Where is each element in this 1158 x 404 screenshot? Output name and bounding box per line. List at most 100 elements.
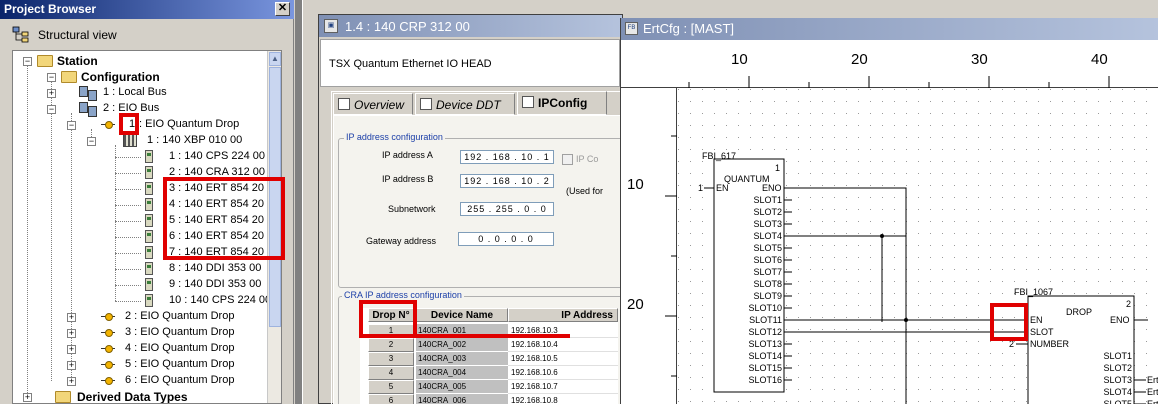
tree-node-station[interactable]: − Station bbox=[17, 53, 217, 69]
fbi-output-pin-label: SLOT3 bbox=[753, 219, 782, 229]
tree-node-module[interactable]: 8 : 140 DDI 353 00 bbox=[115, 261, 281, 277]
fbi-output-pin-label: SLOT16 bbox=[748, 375, 782, 385]
module-icon bbox=[145, 262, 153, 275]
tree-node-drop[interactable]: +6 : EIO Quantum Drop bbox=[65, 373, 265, 389]
tree-node-drop[interactable]: +3 : EIO Quantum Drop bbox=[65, 325, 265, 341]
expand-icon[interactable]: + bbox=[67, 345, 76, 354]
col-ip-header[interactable]: IP Address bbox=[508, 308, 618, 322]
cra-config-legend: CRA IP address configuration bbox=[342, 290, 464, 300]
ertcfg-window-title[interactable]: FB ErtCfg : [MAST] bbox=[621, 18, 1158, 40]
expand-icon[interactable]: + bbox=[67, 329, 76, 338]
collapse-icon[interactable]: − bbox=[87, 137, 96, 146]
tree-connector bbox=[51, 81, 52, 381]
collapse-icon[interactable]: − bbox=[23, 57, 32, 66]
fbi-output-pin-label: SLOT3 bbox=[1103, 375, 1132, 385]
tree-node-drop[interactable]: +5 : EIO Quantum Drop bbox=[65, 357, 265, 373]
device-name-cell[interactable]: 140CRA_004 bbox=[416, 366, 508, 380]
ip-b-field[interactable]: 192 . 168 . 10 . 2 bbox=[460, 174, 554, 188]
expand-icon[interactable]: + bbox=[67, 377, 76, 386]
folder-icon bbox=[61, 71, 77, 83]
fbi-instance-name: FBI_1067 bbox=[1014, 287, 1053, 297]
device-name-cell[interactable]: 140CRA_006 bbox=[416, 394, 508, 404]
scroll-up-icon[interactable]: ▲ bbox=[269, 52, 281, 66]
ip-address-cell[interactable]: 192.168.10.4 bbox=[508, 338, 618, 352]
tab-label: IPConfig bbox=[538, 96, 588, 110]
fbi-en-pin: EN bbox=[1030, 315, 1043, 325]
fbi-output-wire-label: Ert bbox=[1147, 387, 1158, 397]
highlight-ert-modules bbox=[163, 177, 285, 260]
device-name-cell[interactable]: 140CRA_003 bbox=[416, 352, 508, 366]
highlight-first-row-underline bbox=[414, 334, 570, 338]
tree-node-rack[interactable]: − 1 : 140 XBP 010 00 bbox=[85, 133, 281, 149]
fbi-output-pin-label: SLOT5 bbox=[1103, 399, 1132, 404]
fbi-output-pin-label: SLOT5 bbox=[753, 243, 782, 253]
highlight-number-input bbox=[990, 303, 1028, 341]
tree-node-label: 3 : EIO Quantum Drop bbox=[125, 326, 235, 338]
row-number[interactable]: 2 bbox=[368, 338, 414, 352]
tree-node-local-bus[interactable]: + 1 : Local Bus bbox=[43, 85, 243, 101]
tree-node-label: 4 : EIO Quantum Drop bbox=[125, 342, 235, 354]
gateway-field[interactable]: 0 . 0 . 0 . 0 bbox=[458, 232, 554, 246]
device-name-cell[interactable]: 140CRA_002 bbox=[416, 338, 508, 352]
module-icon bbox=[145, 182, 153, 195]
fbi-output-wire-label: Ert bbox=[1147, 375, 1158, 385]
tree-node-configuration[interactable]: − Configuration bbox=[37, 69, 237, 85]
fbd-canvas[interactable]: FBI_617 1 QUANTUM 1 EN ENO SLOT1 SLOT2 SLO… bbox=[678, 89, 1158, 404]
expand-icon[interactable]: + bbox=[47, 89, 56, 98]
fbi-output-pin-label: SLOT14 bbox=[748, 351, 782, 361]
tab-icon bbox=[522, 96, 534, 108]
tree-node-eio-bus[interactable]: − 2 : EIO Bus bbox=[43, 101, 243, 117]
fbd-diagram[interactable]: FBI_617 1 QUANTUM 1 EN ENO SLOT1SLOT2SLO… bbox=[678, 89, 1158, 404]
gateway-label: Gateway address bbox=[366, 236, 437, 246]
row-number[interactable]: 4 bbox=[368, 366, 414, 380]
tab-ipconfig[interactable]: IPConfig bbox=[517, 91, 607, 115]
tree-node-label: Derived Data Types bbox=[77, 390, 188, 404]
tree-node-module[interactable]: 9 : 140 DDI 353 00 bbox=[115, 277, 281, 293]
fbi-output-pin-label: SLOT4 bbox=[753, 231, 782, 241]
fbi-slot-pin: SLOT bbox=[1030, 327, 1054, 337]
device-name-cell[interactable]: 140CRA_005 bbox=[416, 380, 508, 394]
structural-view-selector[interactable]: Structural view bbox=[4, 22, 288, 48]
highlight-drop-column bbox=[359, 300, 417, 338]
module-description: TSX Quantum Ethernet IO HEAD bbox=[320, 39, 620, 87]
subnet-field[interactable]: 255 . 255 . 0 . 0 bbox=[460, 202, 554, 216]
expand-icon[interactable]: + bbox=[67, 361, 76, 370]
row-number[interactable]: 3 bbox=[368, 352, 414, 366]
collapse-icon[interactable]: − bbox=[67, 121, 76, 130]
close-icon[interactable]: ✕ bbox=[275, 2, 290, 16]
tree-node-module[interactable]: 1 : 140 CPS 224 00 bbox=[115, 149, 281, 165]
tab-overview[interactable]: Overview bbox=[333, 93, 413, 115]
crp-window-title[interactable]: ▣ 1.4 : 140 CRP 312 00 bbox=[319, 15, 622, 37]
tree-view-icon bbox=[12, 26, 29, 43]
collapse-icon[interactable]: − bbox=[47, 73, 56, 82]
tree-connector bbox=[115, 301, 141, 302]
expand-icon[interactable]: + bbox=[67, 313, 76, 322]
collapse-icon[interactable]: − bbox=[47, 105, 56, 114]
drop-icon bbox=[101, 345, 115, 353]
ip-a-label: IP address A bbox=[382, 150, 433, 160]
ip-address-cell[interactable]: 192.168.10.7 bbox=[508, 380, 618, 394]
ertcfg-window-title-text: ErtCfg : [MAST] bbox=[643, 21, 735, 36]
expand-icon[interactable]: + bbox=[23, 393, 32, 402]
module-icon bbox=[145, 294, 153, 307]
folder-icon bbox=[37, 55, 53, 67]
fbi-output-pin-label: SLOT2 bbox=[753, 207, 782, 217]
tree-node-module[interactable]: 10 : 140 CPS 224 00 bbox=[115, 293, 281, 309]
ip-co-checkbox[interactable] bbox=[562, 154, 573, 165]
tree-node-drop[interactable]: +4 : EIO Quantum Drop bbox=[65, 341, 265, 357]
ip-address-cell[interactable]: 192.168.10.5 bbox=[508, 352, 618, 366]
tree-node-derived-data-types[interactable]: + Derived Data Types bbox=[17, 389, 237, 404]
tree-node-drop[interactable]: +2 : EIO Quantum Drop bbox=[65, 309, 265, 325]
ip-address-cell[interactable]: 192.168.10.6 bbox=[508, 366, 618, 380]
col-device-header[interactable]: Device Name bbox=[416, 308, 508, 322]
row-number[interactable]: 6 bbox=[368, 394, 414, 404]
ertcfg-window[interactable]: FB ErtCfg : [MAST] 10 20 30 40 10 20 FBI… bbox=[620, 18, 1158, 404]
tab-device-ddt[interactable]: Device DDT bbox=[415, 93, 515, 115]
window-app-icon: ▣ bbox=[324, 19, 338, 33]
fbi-output-pin-label: SLOT12 bbox=[748, 327, 782, 337]
ip-address-cell[interactable]: 192.168.10.8 bbox=[508, 394, 618, 404]
row-number[interactable]: 5 bbox=[368, 380, 414, 394]
ip-a-field[interactable]: 192 . 168 . 10 . 1 bbox=[460, 150, 554, 164]
fbd-editor-icon: FB bbox=[625, 22, 638, 35]
tree-node-drop-1[interactable]: − 1 : EIO Quantum Drop bbox=[65, 117, 265, 133]
